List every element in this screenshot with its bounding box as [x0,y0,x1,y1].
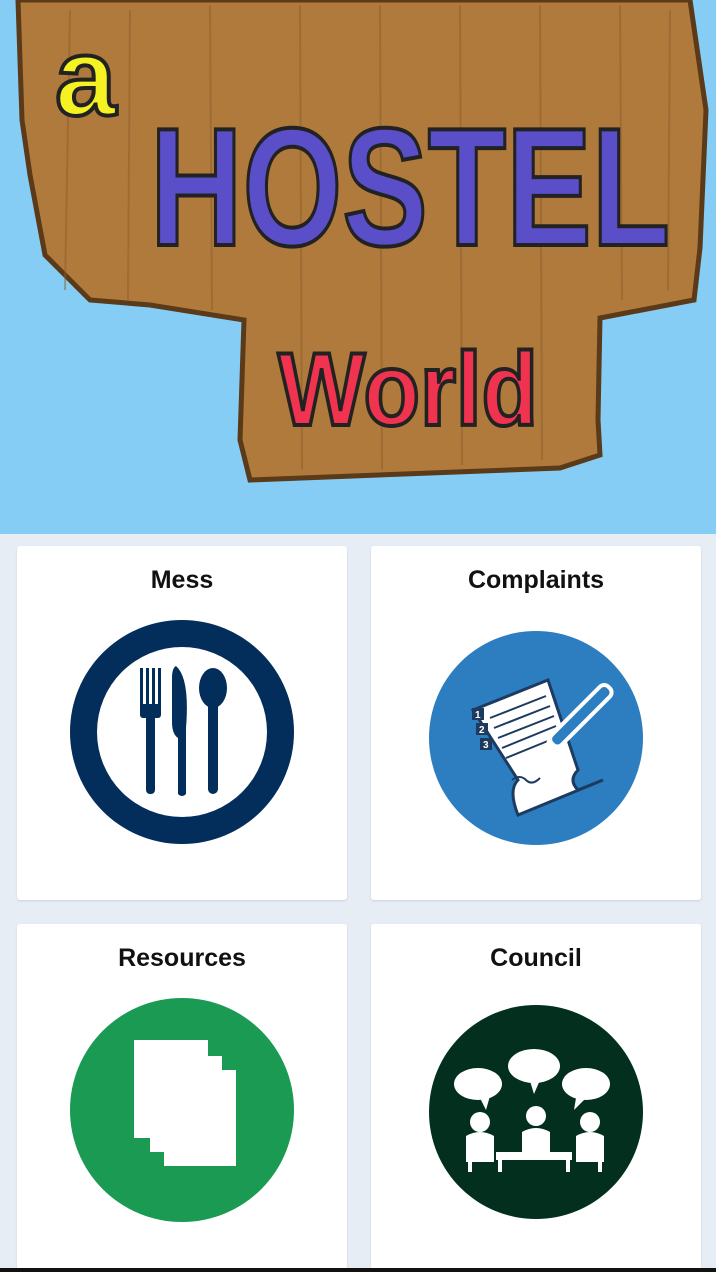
hostel-world-banner: a HOSTEL World [0,0,716,534]
paper-and-pen-icon: 1 2 3 [429,631,643,845]
resources-title: Resources [118,944,246,972]
sign-sub-text: World [278,332,538,448]
complaints-tile[interactable]: Complaints 1 2 3 [371,546,701,900]
documents-stack-icon [70,998,294,1222]
council-tile[interactable]: Council [371,924,701,1272]
bottom-edge [0,1268,716,1272]
hostel-world-sign-logo: a HOSTEL World [15,0,709,483]
mess-tile[interactable]: Mess [17,546,347,900]
council-title: Council [490,944,582,972]
list-number-1: 1 [475,710,481,721]
complaints-title: Complaints [467,566,605,594]
sign-small-text: a [55,16,117,139]
menu-grid: Mess Complaints 1 2 3 Resources Council [0,534,716,1272]
list-number-2: 2 [479,725,485,736]
fork-knife-spoon-icon [70,620,294,844]
sign-main-text: HOSTEL [150,93,670,281]
list-number-3: 3 [483,740,489,751]
mess-title: Mess [150,566,214,594]
resources-tile[interactable]: Resources [17,924,347,1272]
meeting-people-icon [429,1005,643,1219]
